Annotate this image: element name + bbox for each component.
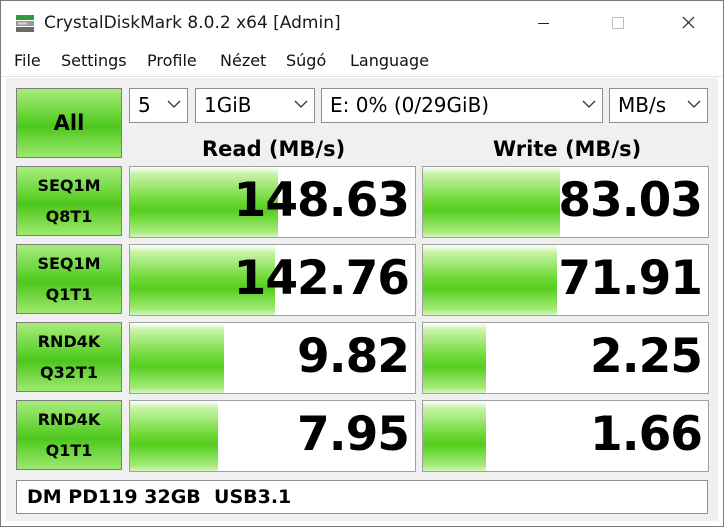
- write-result-box: 71.91: [422, 244, 709, 316]
- minimize-button[interactable]: [520, 1, 566, 45]
- read-value: 142.76: [233, 251, 410, 306]
- menu-language[interactable]: Language: [350, 51, 429, 70]
- menu-view[interactable]: Nézet: [220, 51, 266, 70]
- test-label-line1: SEQ1M: [37, 176, 101, 195]
- maximize-icon: [612, 17, 624, 29]
- chevron-down-icon: [167, 100, 181, 108]
- write-bar: [423, 323, 486, 393]
- chevron-down-icon: [582, 100, 596, 108]
- read-bar: [130, 323, 225, 393]
- count-value: 5: [138, 93, 151, 117]
- all-button[interactable]: All: [16, 88, 122, 158]
- app-window: CrystalDiskMark 8.0.2 x64 [Admin] File S…: [0, 0, 724, 527]
- test-label-line2: Q1T1: [45, 441, 93, 460]
- menu-file[interactable]: File: [14, 51, 41, 70]
- test-button-rnd4k-q32t1[interactable]: RND4K Q32T1: [16, 322, 122, 392]
- write-result-box: 83.03: [422, 166, 709, 238]
- write-bar: [423, 167, 560, 237]
- chevron-down-icon: [294, 100, 308, 108]
- test-button-seq1m-q1t1[interactable]: SEQ1M Q1T1: [16, 244, 122, 314]
- window-title: CrystalDiskMark 8.0.2 x64 [Admin]: [44, 13, 341, 33]
- test-label-line1: RND4K: [37, 410, 101, 429]
- write-bar: [423, 245, 557, 315]
- test-button-seq1m-q8t1[interactable]: SEQ1M Q8T1: [16, 166, 122, 236]
- write-header: Write (MB/s): [493, 137, 642, 161]
- test-label-line1: RND4K: [37, 332, 101, 351]
- menu-profile[interactable]: Profile: [147, 51, 197, 70]
- read-value: 9.82: [297, 329, 410, 384]
- close-button[interactable]: [665, 1, 711, 45]
- read-result-box: 7.95: [129, 400, 416, 472]
- drive-value: E: 0% (0/29GiB): [330, 93, 490, 117]
- maximize-button[interactable]: [595, 1, 641, 45]
- unit-select[interactable]: MB/s: [609, 88, 708, 123]
- read-value: 7.95: [297, 407, 410, 462]
- write-value: 83.03: [558, 173, 703, 228]
- comment-field[interactable]: DM PD119 32GB USB3.1: [16, 480, 708, 514]
- test-label-line2: Q1T1: [45, 285, 93, 304]
- menu-bar: File Settings Profile Nézet Súgó Languag…: [1, 47, 723, 75]
- write-bar: [423, 401, 486, 471]
- read-result-box: 9.82: [129, 322, 416, 394]
- write-value: 1.66: [590, 407, 703, 462]
- size-value: 1GiB: [204, 93, 252, 117]
- read-result-box: 142.76: [129, 244, 416, 316]
- close-icon: [682, 16, 695, 29]
- test-label-line2: Q8T1: [45, 207, 93, 226]
- menu-settings[interactable]: Settings: [61, 51, 127, 70]
- write-value: 71.91: [558, 251, 703, 306]
- minimize-icon: [538, 23, 549, 24]
- title-bar[interactable]: CrystalDiskMark 8.0.2 x64 [Admin]: [1, 1, 723, 45]
- read-header: Read (MB/s): [202, 137, 346, 161]
- test-button-rnd4k-q1t1[interactable]: RND4K Q1T1: [16, 400, 122, 470]
- menu-separator: [1, 76, 723, 77]
- read-bar: [130, 401, 219, 471]
- write-result-box: 2.25: [422, 322, 709, 394]
- count-select[interactable]: 5: [129, 88, 188, 123]
- app-icon: [16, 15, 34, 32]
- write-result-box: 1.66: [422, 400, 709, 472]
- unit-value: MB/s: [618, 93, 667, 117]
- write-value: 2.25: [590, 329, 703, 384]
- comment-text: DM PD119 32GB USB3.1: [27, 486, 292, 508]
- test-label-line2: Q32T1: [40, 363, 98, 382]
- test-label-line1: SEQ1M: [37, 254, 101, 273]
- read-value: 148.63: [233, 173, 410, 228]
- drive-select[interactable]: E: 0% (0/29GiB): [321, 88, 603, 123]
- menu-help[interactable]: Súgó: [286, 51, 326, 70]
- chevron-down-icon: [687, 100, 701, 108]
- read-result-box: 148.63: [129, 166, 416, 238]
- size-select[interactable]: 1GiB: [195, 88, 315, 123]
